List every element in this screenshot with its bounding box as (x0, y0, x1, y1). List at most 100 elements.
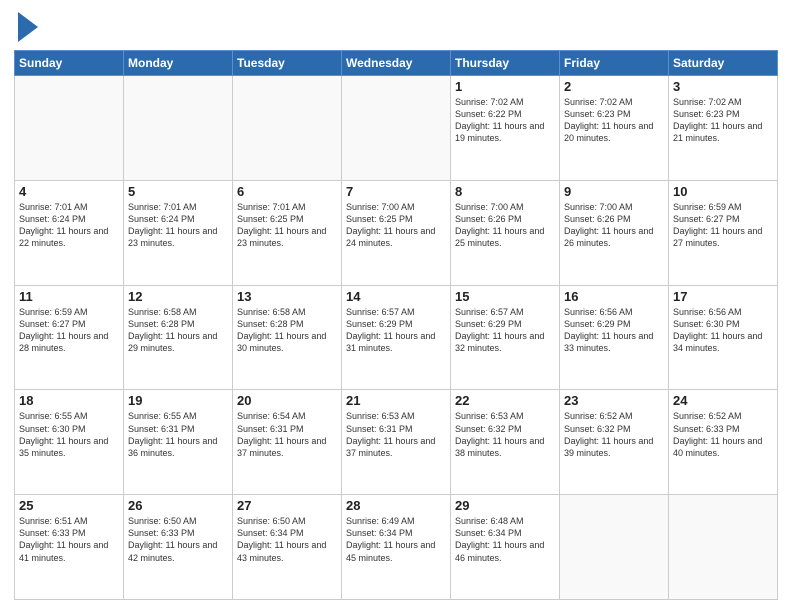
calendar-cell: 2 Sunrise: 7:02 AMSunset: 6:23 PMDaylight… (560, 76, 669, 181)
weekday-header: Wednesday (342, 51, 451, 76)
day-number: 11 (19, 289, 119, 304)
calendar-week-row: 11 Sunrise: 6:59 AMSunset: 6:27 PMDayligh… (15, 285, 778, 390)
calendar-week-row: 4 Sunrise: 7:01 AMSunset: 6:24 PMDaylight… (15, 180, 778, 285)
day-number: 12 (128, 289, 228, 304)
day-number: 26 (128, 498, 228, 513)
day-number: 13 (237, 289, 337, 304)
calendar-cell: 11 Sunrise: 6:59 AMSunset: 6:27 PMDayligh… (15, 285, 124, 390)
day-number: 3 (673, 79, 773, 94)
day-number: 25 (19, 498, 119, 513)
calendar-week-row: 25 Sunrise: 6:51 AMSunset: 6:33 PMDayligh… (15, 495, 778, 600)
calendar-cell: 13Sunrise: 6:58 AMSunset: 6:28 PMDayligh… (233, 285, 342, 390)
day-info: Sunrise: 6:57 AMSunset: 6:29 PMDaylight:… (346, 306, 446, 355)
day-number: 18 (19, 393, 119, 408)
day-info: Sunrise: 6:49 AMSunset: 6:34 PMDaylight:… (346, 515, 446, 564)
day-number: 8 (455, 184, 555, 199)
calendar-cell: 8 Sunrise: 7:00 AMSunset: 6:26 PMDaylight… (451, 180, 560, 285)
day-info: Sunrise: 6:58 AMSunset: 6:28 PMDaylight:… (128, 306, 228, 355)
calendar-cell: 7Sunrise: 7:00 AMSunset: 6:25 PMDaylight… (342, 180, 451, 285)
calendar-cell: 19 Sunrise: 6:55 AMSunset: 6:31 PMDayligh… (124, 390, 233, 495)
calendar-cell (560, 495, 669, 600)
day-info: Sunrise: 7:02 AMSunset: 6:22 PMDaylight:… (455, 96, 555, 145)
day-number: 28 (346, 498, 446, 513)
day-info: Sunrise: 7:01 AMSunset: 6:24 PMDaylight:… (128, 201, 228, 250)
day-info: Sunrise: 7:02 AMSunset: 6:23 PMDaylight:… (673, 96, 773, 145)
weekday-header: Thursday (451, 51, 560, 76)
calendar-cell (124, 76, 233, 181)
day-info: Sunrise: 6:54 AMSunset: 6:31 PMDaylight:… (237, 410, 337, 459)
day-number: 20 (237, 393, 337, 408)
day-number: 4 (19, 184, 119, 199)
day-number: 29 (455, 498, 555, 513)
header (14, 12, 778, 42)
day-number: 5 (128, 184, 228, 199)
day-info: Sunrise: 6:55 AMSunset: 6:30 PMDaylight:… (19, 410, 119, 459)
weekday-header: Saturday (669, 51, 778, 76)
calendar-cell: 9Sunrise: 7:00 AMSunset: 6:26 PMDaylight… (560, 180, 669, 285)
day-number: 9 (564, 184, 664, 199)
day-number: 17 (673, 289, 773, 304)
day-info: Sunrise: 6:59 AMSunset: 6:27 PMDaylight:… (19, 306, 119, 355)
day-info: Sunrise: 6:55 AMSunset: 6:31 PMDaylight:… (128, 410, 228, 459)
day-number: 19 (128, 393, 228, 408)
logo (14, 12, 38, 42)
day-info: Sunrise: 6:51 AMSunset: 6:33 PMDaylight:… (19, 515, 119, 564)
page: SundayMondayTuesdayWednesdayThursdayFrid… (0, 0, 792, 612)
day-info: Sunrise: 6:53 AMSunset: 6:32 PMDaylight:… (455, 410, 555, 459)
day-number: 22 (455, 393, 555, 408)
calendar-cell (342, 76, 451, 181)
weekday-header: Sunday (15, 51, 124, 76)
calendar-cell: 6Sunrise: 7:01 AMSunset: 6:25 PMDaylight… (233, 180, 342, 285)
day-number: 15 (455, 289, 555, 304)
day-number: 2 (564, 79, 664, 94)
calendar: SundayMondayTuesdayWednesdayThursdayFrid… (14, 50, 778, 600)
day-info: Sunrise: 6:56 AMSunset: 6:30 PMDaylight:… (673, 306, 773, 355)
calendar-cell: 4 Sunrise: 7:01 AMSunset: 6:24 PMDaylight… (15, 180, 124, 285)
calendar-cell (233, 76, 342, 181)
day-info: Sunrise: 6:53 AMSunset: 6:31 PMDaylight:… (346, 410, 446, 459)
day-number: 24 (673, 393, 773, 408)
weekday-header: Tuesday (233, 51, 342, 76)
day-info: Sunrise: 7:01 AMSunset: 6:24 PMDaylight:… (19, 201, 119, 250)
day-info: Sunrise: 7:02 AMSunset: 6:23 PMDaylight:… (564, 96, 664, 145)
day-info: Sunrise: 7:00 AMSunset: 6:26 PMDaylight:… (455, 201, 555, 250)
calendar-cell: 26Sunrise: 6:50 AMSunset: 6:33 PMDayligh… (124, 495, 233, 600)
day-number: 21 (346, 393, 446, 408)
weekday-header: Friday (560, 51, 669, 76)
calendar-cell (15, 76, 124, 181)
day-number: 10 (673, 184, 773, 199)
day-number: 23 (564, 393, 664, 408)
calendar-cell: 23 Sunrise: 6:52 AMSunset: 6:32 PMDayligh… (560, 390, 669, 495)
calendar-cell: 14 Sunrise: 6:57 AMSunset: 6:29 PMDayligh… (342, 285, 451, 390)
calendar-cell: 3 Sunrise: 7:02 AMSunset: 6:23 PMDaylight… (669, 76, 778, 181)
calendar-body: 1Sunrise: 7:02 AMSunset: 6:22 PMDaylight… (15, 76, 778, 600)
calendar-cell: 21 Sunrise: 6:53 AMSunset: 6:31 PMDayligh… (342, 390, 451, 495)
day-info: Sunrise: 6:59 AMSunset: 6:27 PMDaylight:… (673, 201, 773, 250)
day-number: 16 (564, 289, 664, 304)
day-info: Sunrise: 7:00 AMSunset: 6:25 PMDaylight:… (346, 201, 446, 250)
day-info: Sunrise: 6:52 AMSunset: 6:32 PMDaylight:… (564, 410, 664, 459)
calendar-cell: 28 Sunrise: 6:49 AMSunset: 6:34 PMDayligh… (342, 495, 451, 600)
day-number: 27 (237, 498, 337, 513)
calendar-cell: 27 Sunrise: 6:50 AMSunset: 6:34 PMDayligh… (233, 495, 342, 600)
calendar-cell: 17 Sunrise: 6:56 AMSunset: 6:30 PMDayligh… (669, 285, 778, 390)
day-info: Sunrise: 6:48 AMSunset: 6:34 PMDaylight:… (455, 515, 555, 564)
calendar-cell: 16 Sunrise: 6:56 AMSunset: 6:29 PMDayligh… (560, 285, 669, 390)
calendar-cell: 5 Sunrise: 7:01 AMSunset: 6:24 PMDaylight… (124, 180, 233, 285)
calendar-cell: 20 Sunrise: 6:54 AMSunset: 6:31 PMDayligh… (233, 390, 342, 495)
calendar-cell: 22 Sunrise: 6:53 AMSunset: 6:32 PMDayligh… (451, 390, 560, 495)
calendar-cell: 10 Sunrise: 6:59 AMSunset: 6:27 PMDayligh… (669, 180, 778, 285)
logo-icon (18, 12, 38, 42)
day-info: Sunrise: 6:57 AMSunset: 6:29 PMDaylight:… (455, 306, 555, 355)
day-info: Sunrise: 6:50 AMSunset: 6:34 PMDaylight:… (237, 515, 337, 564)
day-number: 14 (346, 289, 446, 304)
day-info: Sunrise: 7:01 AMSunset: 6:25 PMDaylight:… (237, 201, 337, 250)
calendar-cell: 1Sunrise: 7:02 AMSunset: 6:22 PMDaylight… (451, 76, 560, 181)
calendar-cell (669, 495, 778, 600)
weekday-header: Monday (124, 51, 233, 76)
calendar-cell: 15 Sunrise: 6:57 AMSunset: 6:29 PMDayligh… (451, 285, 560, 390)
calendar-week-row: 18 Sunrise: 6:55 AMSunset: 6:30 PMDayligh… (15, 390, 778, 495)
calendar-cell: 24Sunrise: 6:52 AMSunset: 6:33 PMDayligh… (669, 390, 778, 495)
calendar-cell: 12 Sunrise: 6:58 AMSunset: 6:28 PMDayligh… (124, 285, 233, 390)
day-info: Sunrise: 6:56 AMSunset: 6:29 PMDaylight:… (564, 306, 664, 355)
